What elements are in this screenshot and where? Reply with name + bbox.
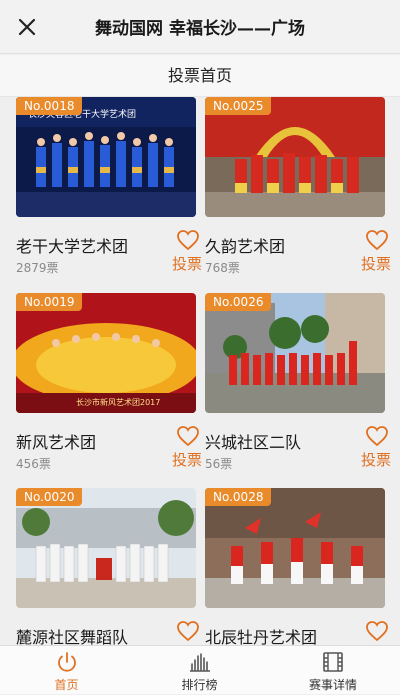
top-bar: 舞动国网 幸福长沙——广场 — [0, 0, 400, 54]
close-icon — [18, 18, 36, 36]
candidate-number-badge: No.0018 — [16, 97, 83, 115]
candidate-number-badge: No.0020 — [16, 488, 83, 506]
candidate-photo[interactable]: No.0025 — [205, 97, 385, 217]
candidate-number-badge: No.0026 — [205, 293, 272, 311]
page-title: 投票首页 — [0, 55, 400, 97]
candidate-name: 兴城社区二队 — [205, 433, 302, 452]
candidate-number-badge: No.0025 — [205, 97, 272, 115]
heart-icon[interactable] — [365, 229, 389, 251]
candidate-card[interactable]: No.0026 兴城社区二队 56票 投票 — [205, 293, 391, 473]
red-dress-outdoor-image — [205, 293, 385, 413]
heart-icon[interactable] — [176, 620, 200, 642]
vote-count: 768票 — [205, 261, 240, 275]
bar-chart-icon — [189, 653, 210, 672]
red-white-fan-dance-image — [205, 488, 385, 608]
yellow-dress-stage-image: 长沙市新风艺术团2017 — [16, 293, 196, 413]
heart-icon[interactable] — [176, 425, 200, 447]
candidate-name: 北辰牡丹艺术团 — [205, 628, 318, 645]
stage-performance-image: 长沙芙蓉区老干大学艺术团 — [16, 97, 196, 217]
candidate-photo[interactable]: 长沙市新风艺术团2017 No.0019 — [16, 293, 196, 413]
candidate-name: 新风艺术团 — [16, 433, 97, 452]
tab-label: 赛事详情 — [308, 678, 357, 692]
candidate-photo[interactable]: No.0026 — [205, 293, 385, 413]
power-icon — [57, 652, 76, 672]
heart-icon[interactable] — [176, 229, 200, 251]
vote-button[interactable]: 投票 — [172, 253, 202, 274]
tab-ranking[interactable]: 排行榜 — [133, 646, 266, 695]
vote-count: 2879票 — [16, 261, 59, 275]
candidate-card[interactable]: No.0025 久韵艺术团 768票 投票 — [205, 97, 391, 277]
heart-icon[interactable] — [365, 620, 389, 642]
photo-caption: 长沙市新风艺术团2017 — [76, 397, 160, 407]
tab-home[interactable]: 首页 — [0, 646, 133, 695]
tab-label: 排行榜 — [181, 678, 218, 692]
candidate-card[interactable]: No.0028 北辰牡丹艺术团 — [205, 488, 388, 645]
app-title: 舞动国网 幸福长沙——广场 — [95, 19, 305, 39]
white-costume-outdoor-image — [16, 488, 196, 608]
candidate-name: 老干大学艺术团 — [16, 237, 129, 256]
vote-button[interactable]: 投票 — [172, 449, 202, 470]
red-costume-group-image — [205, 97, 385, 217]
vote-count: 56票 — [205, 457, 233, 471]
candidate-name: 久韵艺术团 — [205, 237, 286, 256]
candidate-grid: 长沙芙蓉区老干大学艺术团 No.0018 老干大学艺术团 2879票 投票 No… — [0, 97, 400, 645]
vote-button[interactable]: 投票 — [361, 449, 391, 470]
candidate-name: 麓源社区舞蹈队 — [16, 628, 129, 645]
bottom-tab-bar: 首页 排行榜 赛事详情 — [0, 645, 400, 694]
film-icon — [323, 652, 343, 672]
candidate-photo[interactable]: No.0020 — [16, 488, 196, 608]
candidate-photo[interactable]: 长沙芙蓉区老干大学艺术团 No.0018 — [16, 97, 196, 217]
candidate-card[interactable]: 长沙芙蓉区老干大学艺术团 No.0018 老干大学艺术团 2879票 投票 — [16, 97, 202, 277]
candidate-number-badge: No.0019 — [16, 293, 83, 311]
heart-icon[interactable] — [365, 425, 389, 447]
vote-button[interactable]: 投票 — [361, 253, 391, 274]
close-button[interactable] — [12, 12, 42, 42]
candidate-card[interactable]: No.0020 麓源社区舞蹈队 — [16, 488, 199, 645]
tab-label: 首页 — [54, 678, 79, 692]
candidate-number-badge: No.0028 — [205, 488, 272, 506]
vote-count: 456票 — [16, 457, 51, 471]
candidate-photo[interactable]: No.0028 — [205, 488, 385, 608]
candidate-card[interactable]: 长沙市新风艺术团2017 No.0019 新风艺术团 456票 投票 — [16, 293, 202, 473]
tab-event-details[interactable]: 赛事详情 — [266, 646, 400, 695]
